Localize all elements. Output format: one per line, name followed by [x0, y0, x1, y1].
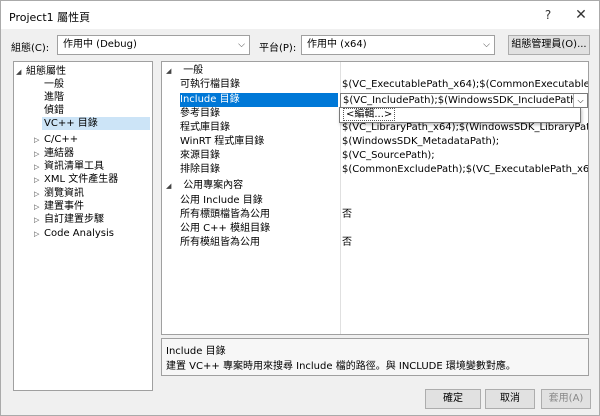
tree-item-custom-build[interactable]: ▷ 自訂建置步驟	[34, 213, 104, 226]
property-name: 所有模組皆為公用	[180, 237, 260, 248]
properties-dialog: Project1 屬性頁 ? ✕ 組態(C): 作用中 (Debug) ⌵ 平台…	[0, 0, 600, 416]
title-bar: Project1 屬性頁 ? ✕	[1, 1, 599, 29]
property-name: 可執行檔目錄	[180, 79, 240, 90]
property-value[interactable]: $(VC_ExecutablePath_x64);$(CommonExecuta…	[342, 78, 588, 92]
property-row[interactable]: 程式庫目錄 $(VC_LibraryPath_x64);$(WindowsSDK…	[162, 121, 588, 135]
category-label: 一般	[183, 65, 204, 76]
expanded-icon[interactable]: ◢	[166, 64, 176, 78]
property-row[interactable]: 所有標頭檔皆為公用 否	[162, 208, 588, 222]
tree-item-label: 組態屬性	[26, 66, 66, 77]
ok-button[interactable]: 確定	[425, 389, 481, 409]
tree-item-cpp[interactable]: ▷ C/C++	[34, 133, 78, 146]
collapsed-icon[interactable]: ▷	[34, 214, 44, 227]
property-value[interactable]: $(VC_IncludePath);$(WindowsSDK_IncludePa…	[343, 95, 584, 106]
property-name: 所有標頭檔皆為公用	[180, 209, 270, 220]
tree-item-browse-info[interactable]: ▷ 瀏覽資訊	[34, 187, 84, 200]
window-title: Project1 屬性頁	[9, 11, 91, 24]
tree-item-label: 偵錯	[44, 105, 64, 116]
tree-item-label: 建置事件	[44, 201, 84, 212]
property-grid[interactable]: ◢ 一般 可執行檔目錄 $(VC_ExecutablePath_x64);$(C…	[161, 61, 589, 335]
property-value[interactable]: 否	[342, 208, 588, 222]
tree-item-label: 連結器	[44, 148, 74, 159]
property-value[interactable]: $(VC_SourcePath);	[342, 149, 588, 163]
tree-item-vc-directories[interactable]: VC++ 目錄	[42, 117, 150, 130]
tree-item-linker[interactable]: ▷ 連結器	[34, 147, 74, 160]
property-row[interactable]: 排除目錄 $(CommonExcludePath);$(VC_Executabl…	[162, 163, 588, 177]
property-name: 排除目錄	[180, 164, 220, 175]
category-public-project[interactable]: ◢ 公用專案內容	[162, 179, 588, 193]
collapsed-icon[interactable]: ▷	[34, 174, 44, 187]
tree-item-label: Code Analysis	[44, 228, 114, 239]
tree-item-build-events[interactable]: ▷ 建置事件	[34, 200, 84, 213]
property-value[interactable]	[342, 194, 588, 208]
expanded-icon[interactable]: ◢	[16, 66, 26, 79]
config-select[interactable]: 作用中 (Debug) ⌵	[57, 35, 250, 55]
edit-option[interactable]: <編輯...>	[343, 108, 396, 121]
category-label: 公用專案內容	[183, 180, 244, 191]
config-label: 組態(C):	[11, 43, 50, 54]
chevron-down-icon[interactable]: ⌵	[573, 94, 587, 107]
tree-item-code-analysis[interactable]: ▷ Code Analysis	[34, 227, 114, 240]
cancel-button[interactable]: 取消	[485, 389, 535, 409]
tree-item-manifest-tool[interactable]: ▷ 資訊清單工具	[34, 160, 104, 173]
platform-select[interactable]: 作用中 (x64) ⌵	[301, 35, 495, 55]
category-tree[interactable]: ◢ 組態屬性 一般 進階 偵錯 VC++ 目錄 ▷ C/C++ ▷ 連結器 ▷ 資訊清單…	[13, 61, 153, 391]
tree-item-debugging[interactable]: 偵錯	[44, 104, 64, 117]
tree-item-label: 資訊清單工具	[44, 161, 104, 172]
config-manager-button[interactable]: 組態管理員(O)...	[508, 35, 590, 55]
property-row[interactable]: 公用 C++ 模組目錄	[162, 222, 588, 236]
tree-item-config-props[interactable]: ◢ 組態屬性	[16, 65, 66, 78]
tree-item-advanced[interactable]: 進階	[44, 91, 64, 104]
platform-select-value: 作用中 (x64)	[307, 39, 367, 50]
property-name: 參考目錄	[180, 108, 220, 119]
help-button[interactable]: ?	[537, 5, 559, 25]
property-value[interactable]: $(WindowsSDK_MetadataPath);	[342, 135, 588, 149]
tree-item-label: VC++ 目錄	[44, 118, 98, 129]
tree-item-label: 進階	[44, 92, 64, 103]
property-row[interactable]: 可執行檔目錄 $(VC_ExecutablePath_x64);$(Common…	[162, 78, 588, 92]
collapsed-icon[interactable]: ▷	[34, 134, 44, 147]
description-text: 建置 VC++ 專案時用來搜尋 Include 檔的路徑。與 INCLUDE 環…	[166, 361, 516, 372]
property-name: 來源目錄	[180, 150, 220, 161]
close-button[interactable]: ✕	[570, 5, 592, 25]
tree-item-xml-doc[interactable]: ▷ XML 文件產生器	[34, 173, 118, 186]
property-row[interactable]: 來源目錄 $(VC_SourcePath);	[162, 149, 588, 163]
description-panel: Include 目錄 建置 VC++ 專案時用來搜尋 Include 檔的路徑。…	[161, 338, 589, 376]
tree-item-general[interactable]: 一般	[44, 78, 64, 91]
tree-item-label: 瀏覽資訊	[44, 188, 84, 199]
property-value-editor[interactable]: $(VC_IncludePath);$(WindowsSDK_IncludePa…	[340, 93, 588, 108]
property-name: Include 目錄	[180, 93, 338, 107]
chevron-down-icon: ⌵	[483, 40, 490, 50]
tree-item-label: 一般	[44, 79, 64, 90]
property-value[interactable]: $(CommonExcludePath);$(VC_ExecutablePath…	[342, 163, 588, 177]
property-name: WinRT 程式庫目錄	[180, 136, 265, 147]
property-row[interactable]: 所有模組皆為公用 否	[162, 236, 588, 250]
property-name: 公用 C++ 模組目錄	[180, 223, 271, 234]
platform-label: 平台(P):	[259, 43, 297, 54]
property-row[interactable]: 公用 Include 目錄	[162, 194, 588, 208]
property-value[interactable]	[342, 222, 588, 236]
property-value[interactable]: 否	[342, 236, 588, 250]
tree-item-label: XML 文件產生器	[44, 174, 119, 185]
tree-item-label: C/C++	[44, 134, 79, 145]
collapsed-icon[interactable]: ▷	[34, 228, 44, 241]
property-name: 程式庫目錄	[180, 122, 230, 133]
apply-button[interactable]: 套用(A)	[541, 389, 591, 409]
description-title: Include 目錄	[166, 346, 226, 357]
expanded-icon[interactable]: ◢	[166, 179, 176, 193]
category-general[interactable]: ◢ 一般	[162, 64, 588, 78]
property-value[interactable]: $(VC_LibraryPath_x64);$(WindowsSDK_Libra…	[342, 121, 588, 135]
chevron-down-icon: ⌵	[238, 40, 245, 50]
property-row-selected[interactable]: Include 目錄 $(VC_IncludePath);$(WindowsSD…	[162, 93, 588, 108]
property-name: 公用 Include 目錄	[180, 195, 263, 206]
tree-item-label: 自訂建置步驟	[44, 214, 104, 225]
property-row[interactable]: WinRT 程式庫目錄 $(WindowsSDK_MetadataPath);	[162, 135, 588, 149]
config-select-value: 作用中 (Debug)	[63, 39, 137, 50]
edit-dropdown-popup[interactable]: <編輯...>	[339, 107, 581, 123]
